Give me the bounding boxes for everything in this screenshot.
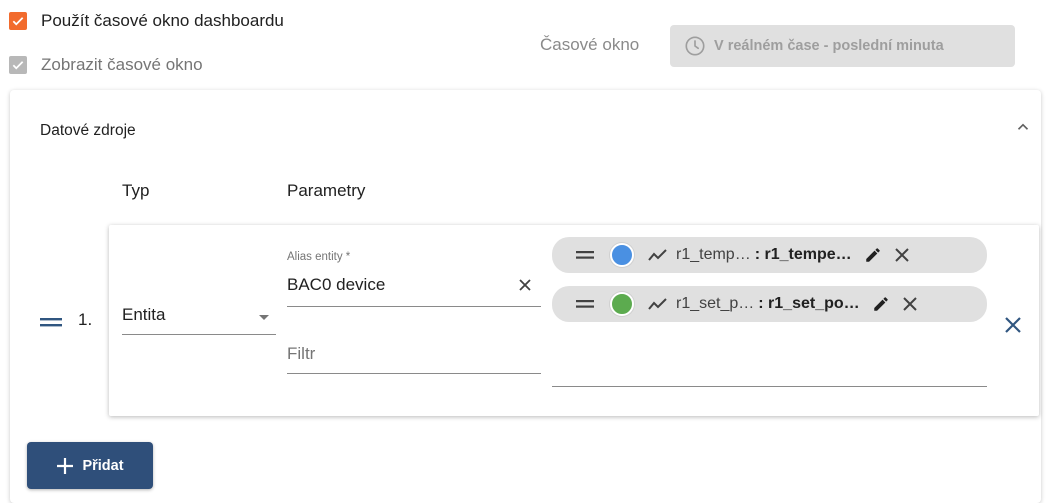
remove-key-icon[interactable] — [902, 296, 918, 312]
data-key-chip[interactable]: r1_temp… : r1_tempe… — [552, 237, 987, 273]
filter-input[interactable]: Filtr — [287, 344, 541, 374]
timeseries-icon — [648, 297, 668, 311]
add-datasource-button[interactable]: Přidat — [27, 442, 153, 489]
entity-alias-value: BAC0 device — [287, 275, 386, 294]
drag-handle-icon[interactable] — [40, 314, 62, 335]
clear-icon[interactable] — [518, 278, 532, 297]
data-keys-underline — [552, 386, 987, 387]
datasources-title: Datové zdroje — [40, 122, 136, 139]
column-header-params: Parametry — [287, 181, 366, 200]
entity-alias-label: Alias entity * — [287, 251, 351, 263]
plus-icon — [56, 457, 74, 475]
use-dashboard-timewindow-label: Použít časové okno dashboardu — [41, 11, 284, 30]
display-timewindow-label: Zobrazit časové okno — [41, 55, 203, 74]
use-dashboard-timewindow-checkbox[interactable] — [9, 12, 27, 30]
display-timewindow-checkbox[interactable] — [9, 56, 27, 74]
filter-placeholder: Filtr — [287, 344, 316, 363]
add-label: Přidat — [82, 457, 124, 474]
row-index: 1. — [78, 310, 93, 329]
color-dot[interactable] — [610, 292, 634, 316]
edit-icon[interactable] — [864, 246, 882, 264]
drag-handle-icon[interactable] — [576, 249, 594, 261]
key-name: r1_set_p… — [676, 295, 755, 312]
timewindow-button[interactable]: V reálném čase - poslední minuta — [670, 25, 1015, 67]
check-icon — [12, 17, 24, 26]
entity-alias-input[interactable]: BAC0 device — [287, 275, 541, 307]
remove-key-icon[interactable] — [894, 247, 910, 263]
check-icon — [12, 61, 24, 70]
data-key-chip[interactable]: r1_set_p… : r1_set_po… — [552, 286, 987, 322]
key-label: : r1_tempe… — [754, 246, 852, 263]
edit-icon[interactable] — [872, 295, 890, 313]
column-header-type: Typ — [122, 181, 150, 200]
dropdown-arrow-icon — [258, 310, 270, 328]
key-label: : r1_set_po… — [758, 295, 860, 312]
collapse-chevron-icon[interactable] — [1014, 118, 1032, 141]
timewindow-label: Časové okno — [540, 35, 640, 54]
key-name: r1_temp… — [676, 246, 751, 263]
drag-handle-icon[interactable] — [576, 298, 594, 310]
timewindow-value: V reálném čase - poslední minuta — [714, 38, 944, 54]
remove-datasource-icon[interactable] — [1004, 316, 1022, 339]
datasource-type-value: Entita — [122, 305, 166, 324]
color-dot[interactable] — [610, 243, 634, 267]
datasource-type-select[interactable]: Entita — [122, 305, 276, 335]
clock-icon — [684, 35, 706, 57]
timeseries-icon — [648, 248, 668, 262]
